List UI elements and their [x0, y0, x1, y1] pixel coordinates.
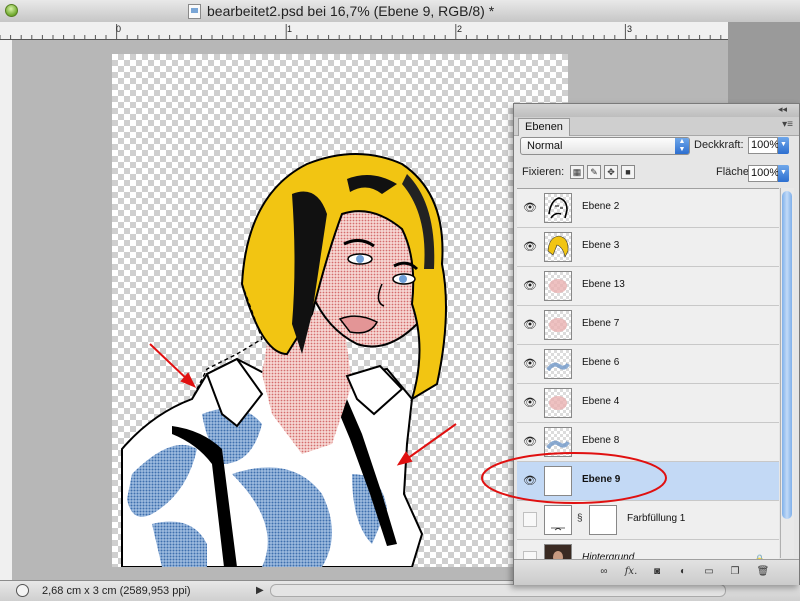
eye-icon[interactable]: 👁	[521, 356, 539, 372]
ruler-label-2: 2	[457, 24, 463, 34]
window-title: bearbeitet2.psd bei 16,7% (Ebene 9, RGB/…	[207, 3, 495, 19]
layer-name: Ebene 7	[582, 318, 620, 329]
layers-panel: ◂◂ Ebenen ▾≡ Normal ▲ ▼ Deckkraft: 100% ▼…	[513, 103, 800, 585]
layer-row[interactable]: 👁 Ebene 4	[517, 384, 779, 423]
visibility-toggle[interactable]	[523, 512, 537, 527]
panel-title-strip[interactable]: ◂◂	[514, 104, 799, 117]
eye-icon[interactable]: 👁	[521, 278, 539, 294]
layer-name: Ebene 3	[582, 240, 620, 251]
layer-row[interactable]: Hintergrund 🔒	[517, 540, 779, 559]
lock-label: Fixieren:	[522, 166, 565, 178]
layer-name: Ebene 8	[582, 435, 620, 446]
opacity-label: Deckkraft:	[694, 139, 744, 151]
panel-footer: ∞ fx. ◙ ◐ ▭ ❐ 🗑	[514, 559, 799, 585]
horizontal-ruler[interactable]: 0 1 2 3	[0, 22, 800, 41]
ruler-label-0: 0	[116, 24, 122, 34]
layer-row[interactable]: 👁 Ebene 8	[517, 423, 779, 462]
layer-thumbnail[interactable]	[544, 505, 572, 535]
blend-mode-value: Normal	[527, 140, 563, 152]
layer-name: Ebene 4	[582, 396, 620, 407]
eye-icon[interactable]: 👁	[521, 434, 539, 450]
opacity-dropdown-icon[interactable]: ▼	[778, 137, 789, 154]
layer-row[interactable]: 👁 Ebene 9	[517, 462, 779, 501]
fill-field[interactable]: 100%	[748, 165, 779, 182]
eye-icon[interactable]: 👁	[521, 200, 539, 216]
ruler-label-3: 3	[627, 24, 633, 34]
lock-pixels-icon[interactable]: ✎	[587, 165, 601, 179]
link-icon[interactable]: ∞	[594, 565, 614, 579]
eye-icon[interactable]: 👁	[521, 395, 539, 411]
fill-label: Fläche:	[716, 166, 753, 178]
layers-scroll-thumb[interactable]	[782, 191, 792, 519]
window-zoom-button[interactable]	[5, 4, 18, 17]
layer-row[interactable]: 👁 Ebene 13	[517, 267, 779, 306]
eye-icon[interactable]: 👁	[521, 317, 539, 333]
eye-icon[interactable]: 👁	[521, 239, 539, 255]
layer-thumbnail[interactable]	[544, 544, 572, 559]
blend-row: Normal ▲ ▼ Deckkraft: 100% ▼	[520, 137, 796, 157]
fill-dropdown-icon[interactable]: ▼	[778, 165, 789, 182]
layer-thumbnail[interactable]	[544, 466, 572, 496]
new-layer-icon[interactable]: ❐	[726, 565, 744, 579]
document-proxy-icon	[188, 4, 201, 19]
panel-menu-icon[interactable]: ▾≡	[782, 119, 793, 130]
lock-transparency-icon[interactable]: ▦	[570, 165, 584, 179]
layer-row[interactable]: 👁 Ebene 2	[517, 189, 779, 228]
layer-name: Ebene 9	[582, 474, 621, 485]
mask-icon[interactable]: ◙	[648, 565, 666, 579]
eye-icon[interactable]: 👁	[521, 473, 539, 489]
adjustment-icon[interactable]: ◐	[674, 565, 692, 579]
lock-all-icon[interactable]: ■	[621, 165, 635, 179]
status-info-menu-arrow[interactable]: ▶	[256, 585, 264, 596]
ruler-label-1: 1	[287, 24, 293, 34]
fx-icon[interactable]: fx.	[620, 565, 642, 579]
layer-name: Ebene 13	[582, 279, 625, 290]
layer-name: Ebene 2	[582, 201, 620, 212]
horizontal-scrollbar[interactable]	[270, 584, 726, 597]
layer-name: Farbfüllung 1	[627, 513, 686, 524]
window-title-bar: bearbeitet2.psd bei 16,7% (Ebene 9, RGB/…	[0, 0, 800, 23]
layer-thumbnail[interactable]	[544, 427, 572, 457]
layer-thumbnail[interactable]	[544, 193, 572, 223]
trash-icon[interactable]: 🗑	[754, 565, 772, 579]
layer-row[interactable]: 👁 Ebene 6	[517, 345, 779, 384]
layer-thumbnail[interactable]	[544, 388, 572, 418]
layer-row[interactable]: 👁 Ebene 7	[517, 306, 779, 345]
folder-icon[interactable]: ▭	[700, 565, 718, 579]
layer-row[interactable]: 👁 Ebene 3	[517, 228, 779, 267]
document-canvas[interactable]	[112, 54, 568, 567]
layer-thumbnail[interactable]	[544, 232, 572, 262]
lock-position-icon[interactable]: ✥	[604, 165, 618, 179]
layer-thumbnail[interactable]	[544, 349, 572, 379]
layer-mask-thumbnail[interactable]	[589, 505, 617, 535]
status-menu-icon[interactable]	[16, 584, 29, 597]
document-info: 2,68 cm x 3 cm (2589,953 ppi)	[42, 585, 191, 597]
layers-list: 👁 Ebene 2 👁 Ebene 3 👁 Ebene 13 👁 Ebene 7 👁 Ebene …	[517, 188, 779, 559]
layer-thumbnail[interactable]	[544, 310, 572, 340]
layer-name: Ebene 6	[582, 357, 620, 368]
layers-scrollbar[interactable]	[780, 188, 794, 558]
select-arrows-icon: ▲ ▼	[675, 138, 689, 154]
layer-thumbnail[interactable]	[544, 271, 572, 301]
panel-tab-row: Ebenen ▾≡	[514, 117, 799, 136]
blend-mode-select[interactable]: Normal ▲ ▼	[520, 137, 690, 155]
panel-collapse-icon[interactable]: ◂◂	[778, 104, 787, 115]
lock-row: Fixieren: ▦ ✎ ✥ ■ Fläche: 100% ▼	[520, 165, 796, 183]
opacity-field[interactable]: 100%	[748, 137, 779, 154]
pop-art-illustration	[121, 153, 457, 567]
layer-row[interactable]: § Farbfüllung 1	[517, 501, 779, 540]
visibility-toggle[interactable]	[523, 551, 537, 559]
mask-link-icon[interactable]: §	[577, 513, 583, 524]
tab-layers[interactable]: Ebenen	[518, 118, 570, 136]
layer-name: Hintergrund	[582, 552, 635, 559]
